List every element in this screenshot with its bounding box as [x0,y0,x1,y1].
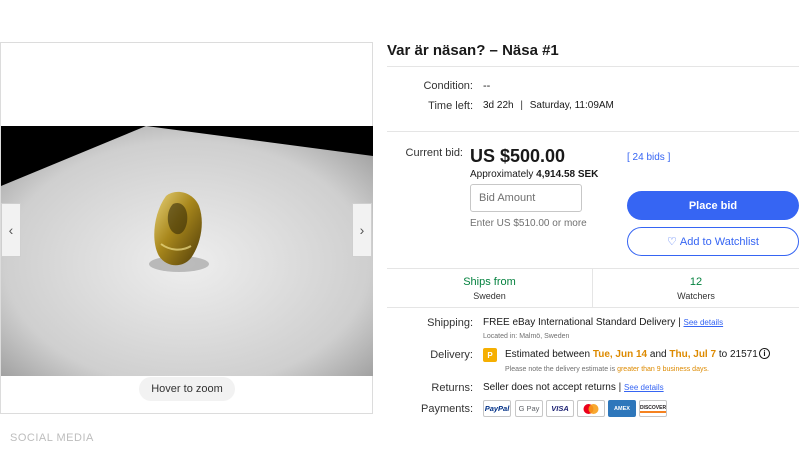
delivery-badge-icon: P [483,348,497,362]
divider [387,66,799,67]
auction-end-time: Saturday, 11:09AM [529,100,614,111]
heart-icon: ♡ [667,236,677,248]
delivery-estimate: Estimated between Tue, Jun 14 and Thu, J… [505,349,758,360]
watermark: SOCIAL MEDIA [10,432,94,444]
hover-to-zoom-hint: Hover to zoom [139,377,235,401]
shipping-row: FREE eBay International Standard Deliver… [483,317,723,328]
time-left-separator: | [520,100,523,111]
google-pay-icon: G Pay [515,400,543,417]
returns-value: Seller does not accept returns [483,382,616,393]
mastercard-icon [577,400,605,417]
ships-from-value: Sweden [473,291,506,301]
shipping-label: Shipping: [427,317,473,329]
info-icon[interactable]: i [759,348,770,359]
enter-bid-hint: Enter US $510.00 or more [470,218,587,229]
condition-value: -- [483,80,491,92]
product-photo[interactable] [1,126,373,376]
returns-see-details-link[interactable]: See details [624,383,664,392]
visa-icon: VISA [546,400,574,417]
returns-row: Seller does not accept returns | See det… [483,382,664,393]
place-bid-label: Place bid [688,199,738,212]
ships-from-label: Ships from [463,276,516,288]
time-left-value: 3d 22h [483,100,514,111]
delivery-note: Please note the delivery estimate is gre… [505,366,709,373]
mastercard-logo [583,403,599,414]
item-location: Located in: Malmö, Sweden [483,333,570,340]
bids-count-link[interactable]: [ 24 bids ] [627,152,670,163]
approx-price: Approximately 4,914.58 SEK [470,169,598,180]
image-gallery: ‹ › Hover to zoom [0,42,373,414]
delivery-date-end: Thu, Jul 7 [669,349,717,360]
divider [387,131,799,132]
product-image [1,126,373,376]
estimated-prefix: Estimated between [505,349,591,360]
chevron-left-icon: ‹ [8,222,14,238]
delivery-date-start: Tue, Jun 14 [592,349,648,360]
watchers-count: 12 [689,276,703,288]
time-left-label: Time left: [428,100,473,112]
current-bid-price: US $500.00 [470,146,566,166]
add-to-watchlist-button[interactable]: ♡ Add to Watchlist [627,227,799,256]
bid-amount-input[interactable] [470,184,582,212]
watchers-label: Watchers [677,291,715,301]
delivery-zip: to 21571 [718,349,758,360]
delivery-note-highlight: greater than 9 business days. [617,366,709,373]
ships-watchers-panel [387,268,799,308]
delivery-label: Delivery: [430,349,473,361]
delivery-note-prefix: Please note the delivery estimate is [505,366,616,373]
shipping-separator: | [678,317,681,328]
divider [592,268,593,308]
delivery-and: and [649,349,667,360]
time-left-row: 3d 22h | Saturday, 11:09AM [483,100,614,111]
condition-label: Condition: [423,80,473,92]
approx-prefix: Approximately [470,169,534,180]
next-image-arrow[interactable]: › [352,203,372,257]
payments-label: Payments: [421,403,473,415]
returns-separator: | [618,382,622,393]
paypal-icon: PayPal [483,400,511,417]
discover-icon: DISCOVER [639,400,667,417]
chevron-right-icon: › [359,222,365,238]
returns-label: Returns: [431,382,473,394]
watchlist-label: Add to Watchlist [679,235,759,248]
place-bid-button[interactable]: Place bid [627,191,799,220]
shipping-see-details-link[interactable]: See details [684,318,724,327]
previous-image-arrow[interactable]: ‹ [1,203,21,257]
approx-value: 4,914.58 SEK [536,169,599,180]
listing-title: Var är näsan? – Näsa #1 [387,42,559,59]
current-bid-label: Current bid: [405,147,463,159]
shipping-value: FREE eBay International Standard Deliver… [483,317,676,328]
amex-icon: AMEX [608,400,636,417]
